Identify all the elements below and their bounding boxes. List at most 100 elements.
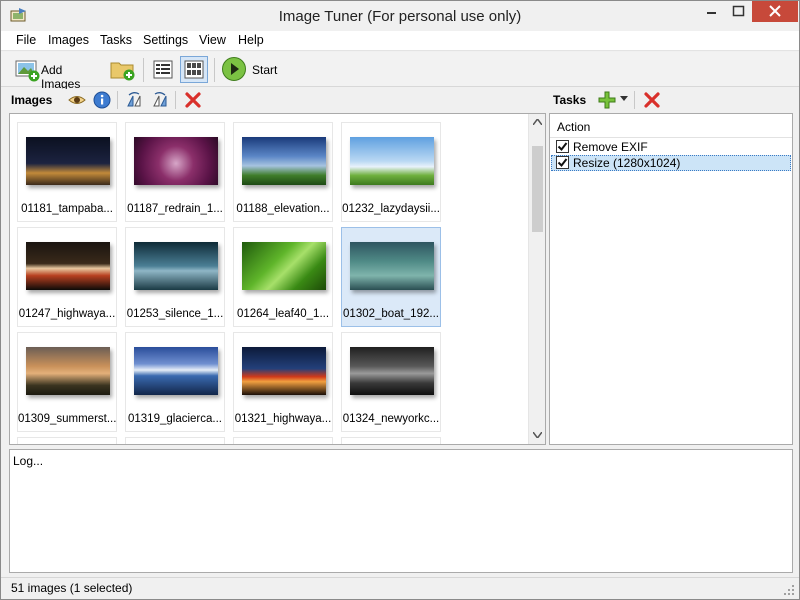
start-label: Start [252, 63, 278, 77]
log-area[interactable]: Log... [9, 449, 793, 573]
image-thumbnail[interactable]: 01232_lazydaysii... [341, 122, 441, 222]
image-thumbnail[interactable]: 01181_tampaba... [17, 122, 117, 222]
checkmark-icon [557, 158, 568, 168]
menu-view[interactable]: View [199, 33, 226, 47]
thumbnail-image [26, 242, 110, 290]
tasks-list[interactable]: Action Remove EXIF Resize (1280x1024) [549, 113, 793, 445]
tasks-pane-title: Tasks [553, 93, 587, 107]
thumbnail-image [242, 347, 326, 395]
add-images-button[interactable]: Add Images [13, 56, 103, 91]
info-icon[interactable] [93, 91, 111, 109]
thumbnail-image [134, 347, 218, 395]
close-icon [769, 5, 781, 17]
checkmark-icon [557, 142, 568, 152]
thumbnail-image [350, 242, 434, 290]
thumbnail-filename: 01309_summerst... [18, 413, 116, 425]
thumbnail-filename: 01264_leaf40_1... [236, 308, 330, 320]
menu-file[interactable]: File [16, 33, 36, 47]
remove-image-icon[interactable] [184, 91, 202, 109]
scrollbar-thumb[interactable] [532, 146, 543, 232]
thumbnail-filename: 01324_newyorkc... [342, 413, 440, 425]
chevron-down-icon[interactable] [620, 96, 628, 102]
image-thumbnail[interactable]: 01319_glacierca... [125, 332, 225, 432]
image-thumbnail[interactable]: 01302_boat_192... [341, 227, 441, 327]
image-thumbnail[interactable]: 01321_highwaya... [233, 332, 333, 432]
toolbar-separator [143, 58, 144, 82]
image-thumbnail[interactable]: 01247_highwaya... [17, 227, 117, 327]
add-folder-button[interactable] [109, 56, 137, 83]
images-grid[interactable]: 01181_tampaba... 01187_redrain_1... 01188_… [9, 113, 546, 445]
action-column-label: Action [557, 120, 591, 134]
minimize-button[interactable] [698, 1, 725, 22]
rotate-left-icon[interactable] [125, 91, 143, 109]
thumbnail-image [242, 137, 326, 185]
image-thumbnail[interactable] [125, 437, 225, 444]
header-separator [117, 91, 118, 109]
thumbnail-filename: 01253_silence_1... [126, 308, 224, 320]
menu-images[interactable]: Images [48, 33, 89, 47]
menu-tasks[interactable]: Tasks [100, 33, 132, 47]
header-separator [175, 91, 176, 109]
task-checkbox[interactable] [556, 156, 569, 169]
image-thumbnail[interactable] [341, 437, 441, 444]
resize-grip-icon[interactable] [784, 585, 795, 596]
image-thumbnail[interactable]: 01187_redrain_1... [125, 122, 225, 222]
thumbnail-filename: 01319_glacierca... [128, 413, 222, 425]
toolbar: Add Images Start [1, 52, 799, 91]
task-row[interactable]: Remove EXIF [551, 139, 791, 155]
thumbnail-image [350, 347, 434, 395]
list-view-button[interactable] [149, 56, 177, 83]
list-view-icon [153, 60, 173, 79]
image-thumbnail[interactable]: 01188_elevation... [233, 122, 333, 222]
header-separator [634, 91, 635, 109]
status-bar: 51 images (1 selected) [1, 577, 799, 599]
thumbnail-view-button[interactable] [180, 56, 208, 83]
thumbnail-filename: 01188_elevation... [236, 203, 330, 215]
maximize-button[interactable] [725, 1, 752, 22]
menu-bar: File Images Tasks Settings View Help [1, 31, 799, 51]
images-pane-title: Images [11, 93, 53, 107]
thumbnail-filename: 01187_redrain_1... [127, 203, 223, 215]
maximize-icon [732, 5, 745, 17]
toolbar-separator [214, 58, 215, 82]
thumbnail-filename: 01321_highwaya... [234, 413, 332, 425]
minimize-icon [707, 12, 716, 14]
image-thumbnail[interactable]: 01264_leaf40_1... [233, 227, 333, 327]
task-row[interactable]: Resize (1280x1024) [551, 155, 791, 171]
task-label: Resize (1280x1024) [573, 156, 681, 170]
task-label: Remove EXIF [573, 140, 648, 154]
scroll-down-icon[interactable] [533, 432, 542, 438]
image-thumbnail[interactable]: 01309_summerst... [17, 332, 117, 432]
task-checkbox[interactable] [556, 140, 569, 153]
remove-task-icon[interactable] [643, 91, 661, 109]
thumbnail-filename: 01247_highwaya... [18, 308, 116, 320]
play-icon [222, 57, 246, 81]
scroll-up-icon[interactable] [533, 119, 542, 125]
thumbnail-view-icon [184, 60, 204, 79]
app-window: Image Tuner (For personal use only) File… [0, 0, 800, 600]
tasks-column-header[interactable]: Action [550, 114, 792, 138]
thumbnail-image [242, 242, 326, 290]
menu-settings[interactable]: Settings [143, 33, 188, 47]
thumbnail-image [350, 137, 434, 185]
start-button[interactable]: Start [221, 56, 281, 83]
close-button[interactable] [752, 1, 798, 22]
add-images-icon [15, 60, 40, 82]
preview-eye-icon[interactable] [68, 91, 86, 109]
image-thumbnail[interactable]: 01253_silence_1... [125, 227, 225, 327]
image-thumbnail[interactable] [17, 437, 117, 444]
status-text: 51 images (1 selected) [11, 581, 133, 595]
image-thumbnail[interactable]: 01324_newyorkc... [341, 332, 441, 432]
add-images-label: Add Images [41, 63, 81, 91]
window-title: Image Tuner (For personal use only) [278, 8, 522, 25]
rotate-right-icon[interactable] [151, 91, 169, 109]
images-scrollbar[interactable] [528, 114, 545, 444]
thumbnail-image [26, 347, 110, 395]
image-thumbnail[interactable] [233, 437, 333, 444]
add-folder-icon [110, 62, 135, 81]
thumbnail-filename: 01302_boat_192... [343, 308, 439, 320]
title-bar[interactable]: Image Tuner (For personal use only) [1, 1, 799, 31]
menu-help[interactable]: Help [238, 33, 264, 47]
add-task-icon[interactable] [598, 91, 616, 109]
thumbnail-image [134, 242, 218, 290]
